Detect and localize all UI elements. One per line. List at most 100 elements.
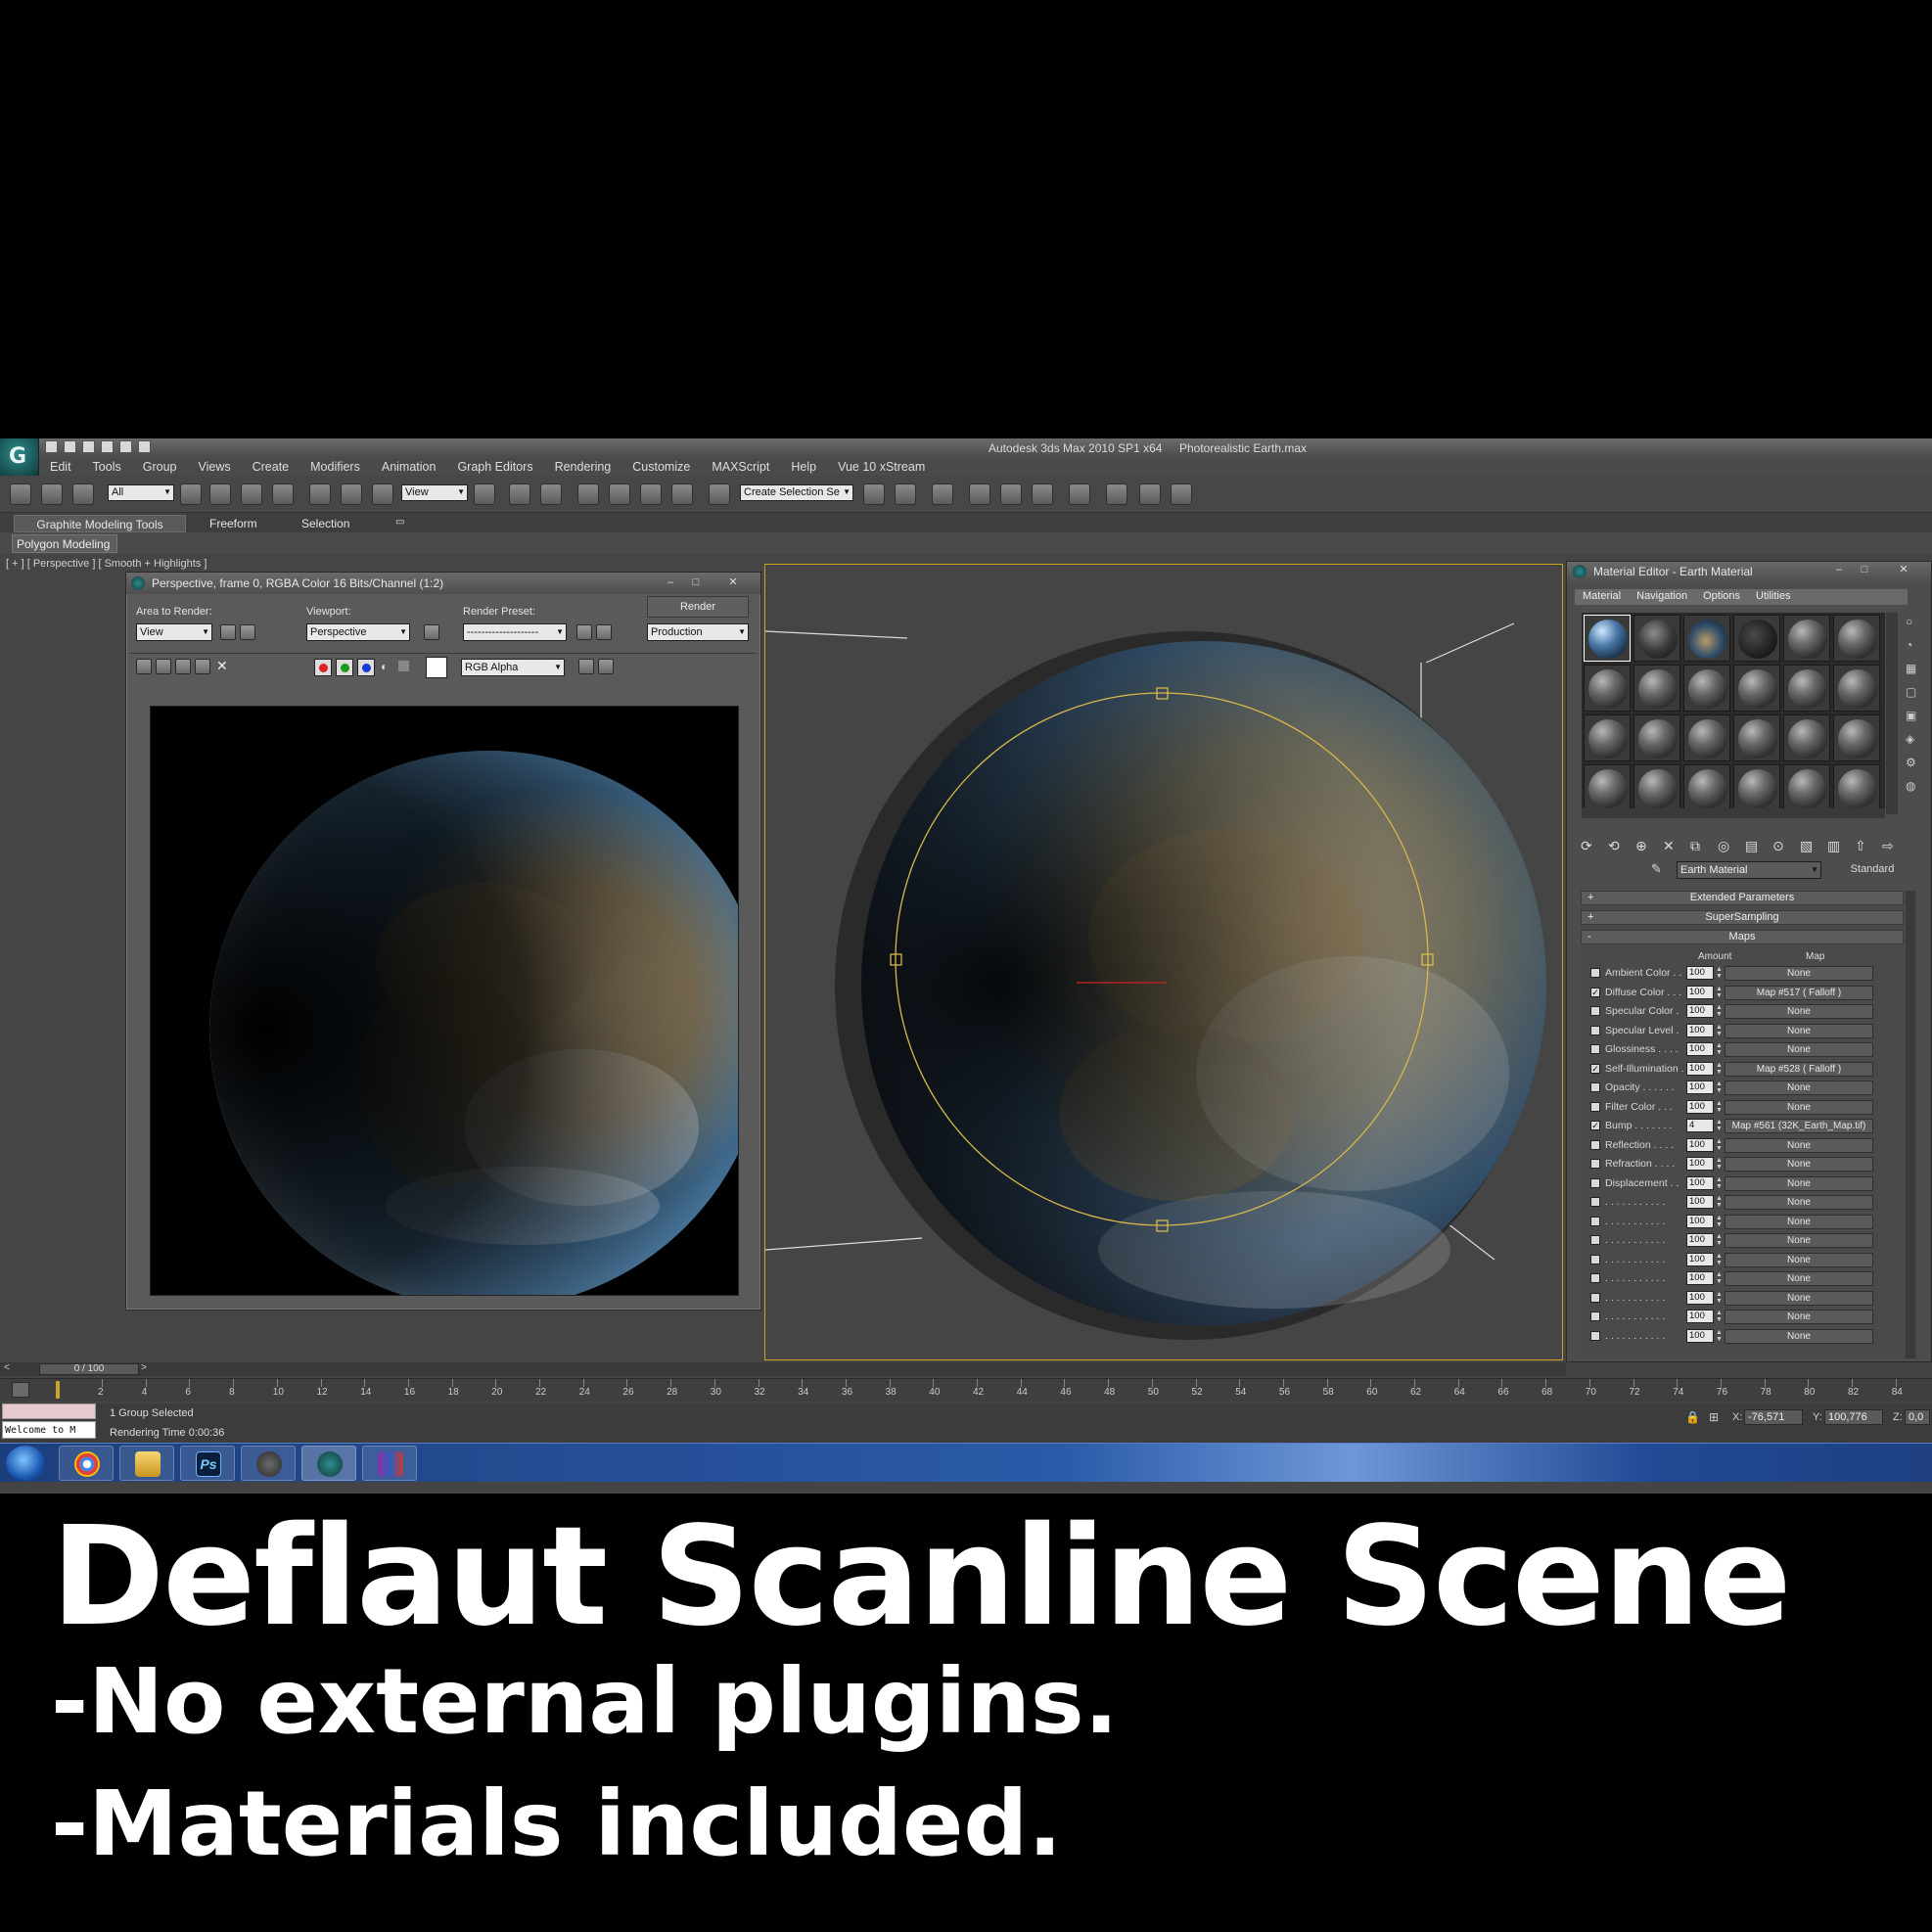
taskbar-winrar[interactable]	[362, 1446, 417, 1481]
slots-vertical-scrollbar[interactable]	[1886, 613, 1898, 814]
curve-editor-icon[interactable]	[1000, 483, 1022, 505]
amount-spinner-icon[interactable]: ▲ ▼	[1716, 1024, 1723, 1037]
map-slot-button[interactable]: None	[1725, 1290, 1873, 1306]
menu-help[interactable]: Help	[780, 458, 827, 476]
menu-graph-editors[interactable]: Graph Editors	[446, 458, 543, 476]
map-enable-checkbox[interactable]: ✓	[1590, 1121, 1600, 1130]
x-coordinate-field[interactable]: -76,571	[1744, 1409, 1803, 1425]
amount-spinner-icon[interactable]: ▲ ▼	[1716, 966, 1723, 980]
material-editor-icon[interactable]	[1069, 483, 1090, 505]
tab-freeform[interactable]: Freeform	[202, 515, 265, 532]
amount-spinner-icon[interactable]: ▲ ▼	[1716, 1119, 1723, 1132]
sample-slot[interactable]	[1783, 665, 1830, 712]
copy-material-icon[interactable]: ⧉	[1690, 838, 1700, 854]
map-slot-button[interactable]: None	[1725, 1004, 1873, 1019]
sample-slot[interactable]	[1633, 615, 1680, 662]
scale-icon[interactable]	[372, 483, 393, 505]
material-type-button[interactable]: Standard	[1829, 861, 1915, 879]
production-dropdown[interactable]: Production	[647, 623, 749, 641]
me-menu-navigation[interactable]: Navigation	[1629, 589, 1695, 605]
menu-customize[interactable]: Customize	[621, 458, 701, 476]
graphite-toggle-icon[interactable]	[969, 483, 990, 505]
video-color-check-icon[interactable]: ▣	[1906, 709, 1916, 722]
map-amount-field[interactable]: 100	[1686, 1233, 1714, 1247]
map-amount-field[interactable]: 100	[1686, 1023, 1714, 1037]
map-enable-checkbox[interactable]	[1590, 1025, 1600, 1035]
sample-slot[interactable]	[1633, 714, 1680, 761]
start-button-icon[interactable]	[6, 1446, 45, 1481]
taskbar-3dsmax-b[interactable]	[301, 1446, 356, 1481]
amount-spinner-icon[interactable]: ▲ ▼	[1716, 1215, 1723, 1228]
time-slider-thumb[interactable]: 0 / 100	[39, 1363, 139, 1375]
amount-spinner-icon[interactable]: ▲ ▼	[1716, 1291, 1723, 1305]
map-slot-button[interactable]: None	[1725, 1214, 1873, 1229]
select-and-link-icon[interactable]	[10, 483, 31, 505]
map-enable-checkbox[interactable]	[1590, 968, 1600, 978]
bind-space-warp-icon[interactable]	[72, 483, 94, 505]
pick-material-icon[interactable]: ✎	[1651, 861, 1662, 877]
map-slot-button[interactable]: None	[1725, 1328, 1873, 1344]
map-enable-checkbox[interactable]	[1590, 1311, 1600, 1321]
map-enable-checkbox[interactable]: ✓	[1590, 987, 1600, 997]
maximize-icon[interactable]: □	[1857, 564, 1872, 577]
map-amount-field[interactable]: 100	[1686, 1271, 1714, 1285]
taskbar-photoshop[interactable]: Ps	[180, 1446, 235, 1481]
blue-channel-toggle[interactable]	[357, 659, 375, 676]
minimize-icon[interactable]: –	[1831, 564, 1847, 577]
lock-viewport-icon[interactable]	[424, 624, 439, 640]
undo-icon[interactable]	[101, 440, 114, 453]
snaps-toggle-icon[interactable]	[577, 483, 599, 505]
map-amount-field[interactable]: 100	[1686, 1175, 1714, 1190]
amount-spinner-icon[interactable]: ▲ ▼	[1716, 1138, 1723, 1152]
viewport-dropdown[interactable]: Perspective	[306, 623, 410, 641]
reset-map-icon[interactable]: ✕	[1663, 838, 1675, 854]
sample-uv-tiling-icon[interactable]: ▢	[1906, 685, 1916, 699]
reference-coordinate-dropdown[interactable]: View	[401, 484, 468, 501]
put-material-icon[interactable]: ⟲	[1608, 838, 1620, 854]
render-setup-icon[interactable]	[576, 624, 592, 640]
material-name-field[interactable]: Earth Material	[1677, 861, 1821, 879]
map-amount-field[interactable]: 100	[1686, 1290, 1714, 1305]
map-slot-button[interactable]: None	[1725, 1099, 1873, 1115]
open-file-icon[interactable]	[64, 440, 76, 453]
y-coordinate-field[interactable]: 100,776	[1824, 1409, 1883, 1425]
amount-spinner-icon[interactable]: ▲ ▼	[1716, 1081, 1723, 1094]
map-amount-field[interactable]: 100	[1686, 1004, 1714, 1018]
green-channel-toggle[interactable]	[336, 659, 353, 676]
render-production-icon[interactable]	[1171, 483, 1192, 505]
amount-spinner-icon[interactable]: ▲ ▼	[1716, 1062, 1723, 1076]
map-enable-checkbox[interactable]: ✓	[1590, 1063, 1600, 1074]
area-to-render-dropdown[interactable]: View	[136, 623, 212, 641]
maps-rollout-header[interactable]: - Maps	[1581, 930, 1904, 944]
amount-spinner-icon[interactable]: ▲ ▼	[1716, 1310, 1723, 1323]
percent-snap-icon[interactable]	[640, 483, 662, 505]
window-crossing-icon[interactable]	[272, 483, 294, 505]
current-frame-marker[interactable]	[56, 1381, 60, 1399]
taskbar-3dsmax-a[interactable]	[241, 1446, 296, 1481]
maps-scrollbar[interactable]	[1906, 891, 1915, 1358]
sample-slot[interactable]	[1584, 764, 1631, 811]
map-amount-field[interactable]: 100	[1686, 1328, 1714, 1343]
edit-named-selection-icon[interactable]	[709, 483, 730, 505]
sample-slot[interactable]	[1683, 665, 1730, 712]
new-file-icon[interactable]	[45, 440, 58, 453]
menu-vue-xstream[interactable]: Vue 10 xStream	[827, 458, 936, 476]
assign-material-icon[interactable]: ⊕	[1635, 838, 1647, 854]
map-slot-button[interactable]: None	[1725, 1195, 1873, 1210]
amount-spinner-icon[interactable]: ▲ ▼	[1716, 1195, 1723, 1209]
clear-icon[interactable]: ✕	[216, 658, 228, 674]
sample-slot[interactable]	[1584, 615, 1631, 662]
map-amount-field[interactable]: 100	[1686, 1081, 1714, 1094]
display-channel-dropdown[interactable]: RGB Alpha	[461, 659, 565, 676]
map-slot-button[interactable]: Map #517 ( Falloff )	[1725, 985, 1873, 1000]
taskbar-chrome[interactable]	[59, 1446, 114, 1481]
move-icon[interactable]	[309, 483, 331, 505]
amount-spinner-icon[interactable]: ▲ ▼	[1716, 1157, 1723, 1171]
map-slot-button[interactable]: Map #561 (32K_Earth_Map.tif)	[1725, 1119, 1873, 1133]
map-enable-checkbox[interactable]	[1590, 1139, 1600, 1150]
me-menu-utilities[interactable]: Utilities	[1748, 589, 1798, 605]
go-forward-sibling-icon[interactable]: ⇨	[1882, 838, 1894, 854]
tab-graphite-modeling-tools[interactable]: Graphite Modeling Tools	[14, 515, 186, 532]
sample-slot[interactable]	[1683, 714, 1730, 761]
prev-frame-icon[interactable]: <	[4, 1362, 10, 1373]
